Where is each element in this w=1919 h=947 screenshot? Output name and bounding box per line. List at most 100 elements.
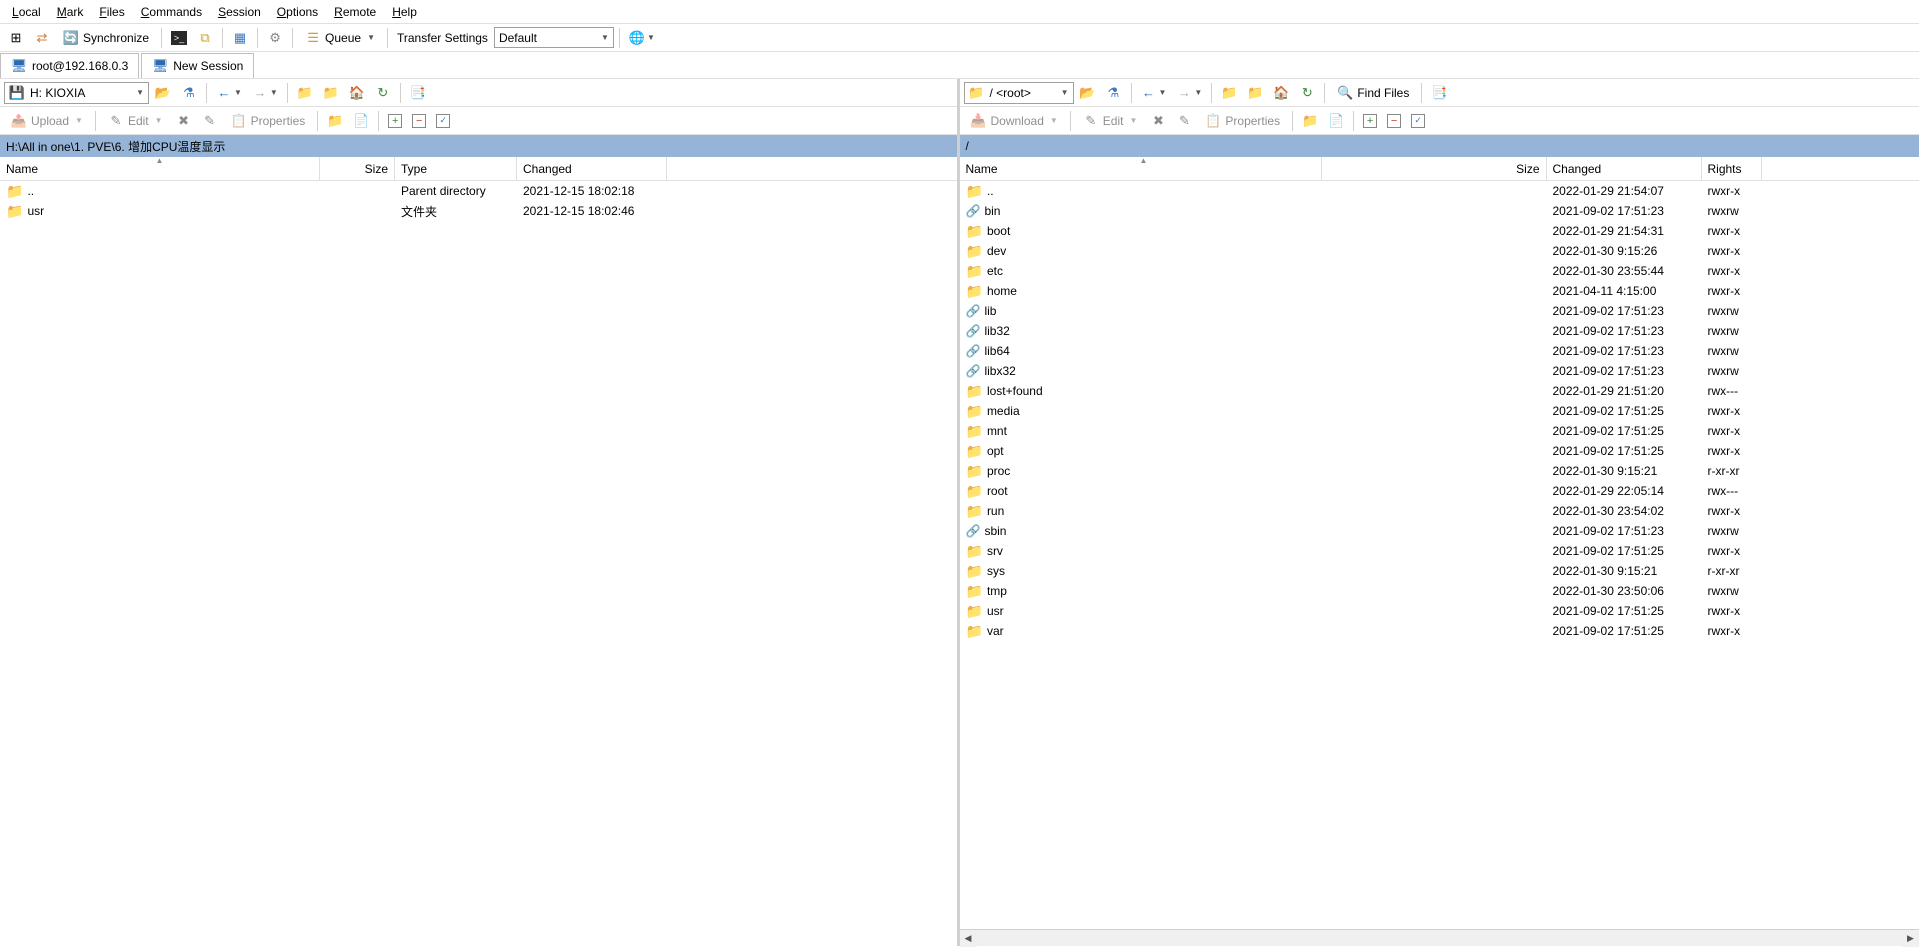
file-row[interactable]: 📁boot2022-01-29 21:54:31rwxr-x [960, 221, 1919, 241]
back-icon[interactable]: ←▼ [212, 82, 246, 104]
file-row[interactable]: 📁proc2022-01-30 9:15:21r-xr-xr [960, 461, 1919, 481]
file-row[interactable]: 📁..Parent directory2021-12-15 18:02:18 [0, 181, 957, 201]
file-row[interactable]: 📁media2021-09-02 17:51:25rwxr-x [960, 401, 1919, 421]
properties-button[interactable]: 📋 Properties [1198, 110, 1287, 132]
download-button[interactable]: 📥 Download ▼ [964, 110, 1065, 132]
root-folder-icon[interactable]: 📁 [319, 82, 343, 104]
local-drive-combo[interactable]: 💾 H: KIOXIA ▼ [4, 82, 149, 104]
file-row[interactable]: 🔗bin2021-09-02 17:51:23rwxrw [960, 201, 1919, 221]
header-rights[interactable]: Rights [1702, 157, 1762, 180]
local-path-bar[interactable]: H:\All in one\1. PVE\6. 增加CPU温度显示 [0, 135, 957, 157]
forward-icon[interactable]: →▼ [1172, 82, 1206, 104]
delete-icon[interactable]: ✖ [1146, 110, 1170, 132]
icon-compare-directories[interactable]: ⊞ [4, 27, 28, 49]
preferences-icon[interactable]: ⚙ [263, 27, 287, 49]
file-row[interactable]: 📁var2021-09-02 17:51:25rwxr-x [960, 621, 1919, 641]
rename-icon[interactable]: ✎ [1172, 110, 1196, 132]
minus-icon[interactable]: − [408, 110, 430, 132]
session-tab-active[interactable]: 🖥 root@192.168.0.3 [0, 53, 139, 78]
menu-options[interactable]: Options [269, 2, 326, 22]
plus-icon[interactable]: + [1359, 110, 1381, 132]
delete-icon[interactable]: ✖ [172, 110, 196, 132]
minus-icon[interactable]: − [1383, 110, 1405, 132]
filter-icon[interactable]: ⚗ [177, 82, 201, 104]
file-row[interactable]: 📁tmp2022-01-30 23:50:06rwxrw [960, 581, 1919, 601]
file-row[interactable]: 📁root2022-01-29 22:05:14rwx--- [960, 481, 1919, 501]
open-folder-icon[interactable]: 📂 [151, 82, 175, 104]
bookmark-icon[interactable]: 📑 [406, 82, 430, 104]
new-folder-icon[interactable]: 📁 [1298, 110, 1322, 132]
menu-commands[interactable]: Commands [133, 2, 210, 22]
parent-folder-icon[interactable]: 📁 [293, 82, 317, 104]
find-files-button[interactable]: 🔍 Find Files [1330, 82, 1416, 104]
new-session-tab[interactable]: 🖥 New Session [141, 53, 254, 78]
edit-button[interactable]: ✎ Edit ▼ [1076, 110, 1145, 132]
new-file-icon[interactable]: 📄 [1324, 110, 1348, 132]
edit-button[interactable]: ✎ Edit ▼ [101, 110, 170, 132]
file-row[interactable]: 🔗lib322021-09-02 17:51:23rwxrw [960, 321, 1919, 341]
icon-sync-browse[interactable]: ⇄ [30, 27, 54, 49]
local-file-list[interactable]: Name▲ Size Type Changed 📁..Parent direct… [0, 157, 957, 946]
file-row[interactable]: 🔗libx322021-09-02 17:51:23rwxrw [960, 361, 1919, 381]
bookmark-icon[interactable]: 📑 [1427, 82, 1451, 104]
home-icon[interactable]: 🏠 [345, 82, 369, 104]
header-changed[interactable]: Changed [517, 157, 667, 180]
file-row[interactable]: 🔗lib642021-09-02 17:51:23rwxrw [960, 341, 1919, 361]
file-row[interactable]: 📁run2022-01-30 23:54:02rwxr-x [960, 501, 1919, 521]
new-folder-icon[interactable]: 📁 [323, 110, 347, 132]
root-folder-icon[interactable]: 📁 [1243, 82, 1267, 104]
file-row[interactable]: 🔗lib2021-09-02 17:51:23rwxrw [960, 301, 1919, 321]
upload-button[interactable]: 📤 Upload ▼ [4, 110, 90, 132]
select-all-icon[interactable]: ✓ [432, 110, 454, 132]
file-row[interactable]: 📁etc2022-01-30 23:55:44rwxr-x [960, 261, 1919, 281]
header-name[interactable]: Name▲ [960, 157, 1322, 180]
horizontal-scrollbar[interactable]: ◀ ▶ [960, 929, 1919, 946]
refresh-icon[interactable]: ↻ [371, 82, 395, 104]
properties-button[interactable]: 📋 Properties [224, 110, 313, 132]
open-folder-icon[interactable]: 📂 [1076, 82, 1100, 104]
forward-icon[interactable]: →▼ [248, 82, 282, 104]
header-size[interactable]: Size [320, 157, 395, 180]
file-row[interactable]: 📁opt2021-09-02 17:51:25rwxr-x [960, 441, 1919, 461]
header-name[interactable]: Name▲ [0, 157, 320, 180]
file-row[interactable]: 🔗sbin2021-09-02 17:51:23rwxrw [960, 521, 1919, 541]
home-icon[interactable]: 🏠 [1269, 82, 1293, 104]
queue-button[interactable]: ☰ Queue ▼ [298, 27, 382, 49]
file-row[interactable]: 📁home2021-04-11 4:15:00rwxr-x [960, 281, 1919, 301]
putty-icon[interactable]: ⧉ [193, 27, 217, 49]
parent-folder-icon[interactable]: 📁 [1217, 82, 1241, 104]
menu-files[interactable]: Files [91, 2, 132, 22]
synchronize-button[interactable]: 🔄 Synchronize [56, 27, 156, 49]
menu-help[interactable]: Help [384, 2, 425, 22]
file-row[interactable]: 📁srv2021-09-02 17:51:25rwxr-x [960, 541, 1919, 561]
scroll-right-icon[interactable]: ▶ [1902, 930, 1919, 947]
remote-file-list[interactable]: Name▲ Size Changed Rights 📁..2022-01-29 … [960, 157, 1919, 929]
menu-mark[interactable]: Mark [49, 2, 92, 22]
menu-remote[interactable]: Remote [326, 2, 384, 22]
select-all-icon[interactable]: ✓ [1407, 110, 1429, 132]
header-changed[interactable]: Changed [1547, 157, 1702, 180]
transfer-settings-combo[interactable]: Default ▼ [494, 27, 614, 48]
header-type[interactable]: Type [395, 157, 517, 180]
rename-icon[interactable]: ✎ [198, 110, 222, 132]
console-icon[interactable]: >_ [167, 27, 191, 49]
header-size[interactable]: Size [1322, 157, 1547, 180]
file-row[interactable]: 📁dev2022-01-30 9:15:26rwxr-x [960, 241, 1919, 261]
menu-session[interactable]: Session [210, 2, 269, 22]
file-row[interactable]: 📁usr2021-09-02 17:51:25rwxr-x [960, 601, 1919, 621]
file-row[interactable]: 📁mnt2021-09-02 17:51:25rwxr-x [960, 421, 1919, 441]
scroll-left-icon[interactable]: ◀ [960, 930, 977, 947]
menu-local[interactable]: Local [4, 2, 49, 22]
add-to-favorites-icon[interactable]: ▦ [228, 27, 252, 49]
new-file-icon[interactable]: 📄 [349, 110, 373, 132]
file-row[interactable]: 📁sys2022-01-30 9:15:21r-xr-xr [960, 561, 1919, 581]
back-icon[interactable]: ←▼ [1137, 82, 1171, 104]
refresh-icon[interactable]: ↻ [1295, 82, 1319, 104]
file-row[interactable]: 📁lost+found2022-01-29 21:51:20rwx--- [960, 381, 1919, 401]
remote-drive-combo[interactable]: 📁 / <root> ▼ [964, 82, 1074, 104]
plus-icon[interactable]: + [384, 110, 406, 132]
file-row[interactable]: 📁usr文件夹2021-12-15 18:02:46 [0, 201, 957, 221]
remote-path-bar[interactable]: / [960, 135, 1919, 157]
session-options-icon[interactable]: 🌐▼ [625, 27, 659, 49]
file-row[interactable]: 📁..2022-01-29 21:54:07rwxr-x [960, 181, 1919, 201]
